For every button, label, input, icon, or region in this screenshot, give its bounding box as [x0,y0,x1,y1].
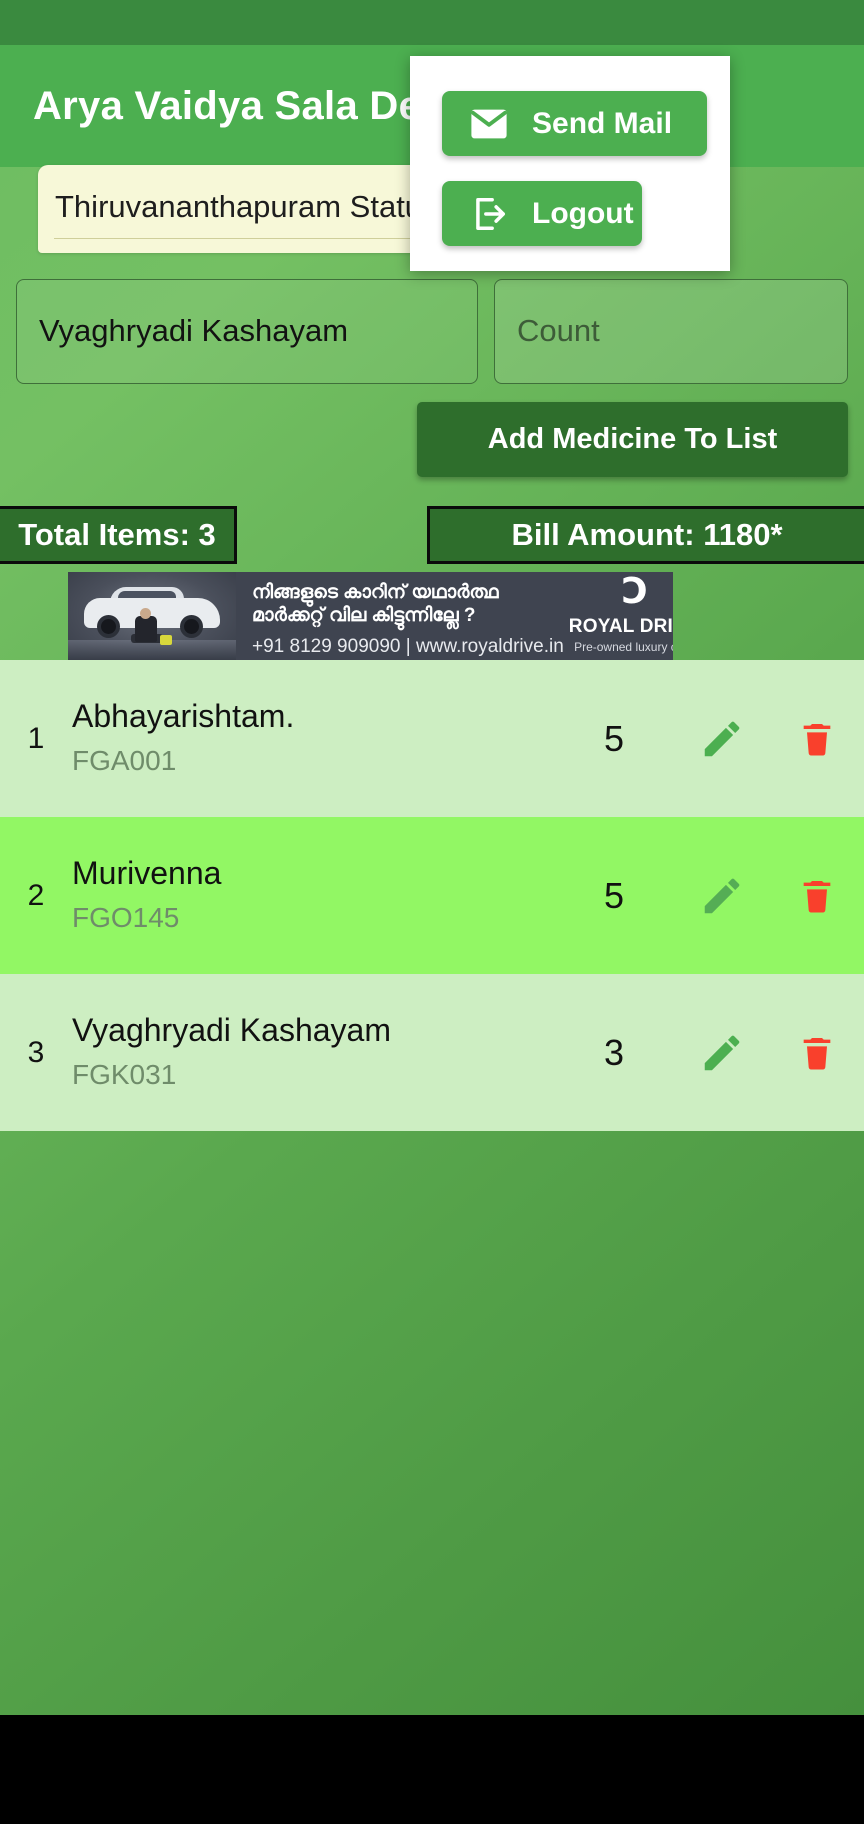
ad-text: നിങ്ങളുടെ കാറിന് യഥാർത്ഥ മാർക്കറ്റ് വില … [236,572,564,660]
menu-item-logout-label: Logout [532,196,634,230]
count-input[interactable]: Count [494,279,848,384]
trash-icon [803,1037,830,1069]
system-status-bar [0,0,864,45]
medicine-input-value: Vyaghryadi Kashayam [39,313,349,348]
medicine-code: FGK031 [72,1059,177,1091]
delete-button[interactable] [769,876,864,916]
row-names: Abhayarishtam. FGA001 [72,697,554,778]
row-names: Vyaghryadi Kashayam FGK031 [72,1011,554,1092]
royal-drive-logo-icon: Ɔ [621,572,648,612]
ad-brand-name: ROYAL DRIVE [568,616,673,637]
status-field-value: Thiruvananthapuram Statue [55,189,440,224]
menu-item-send-mail-label: Send Mail [532,106,673,140]
overflow-menu: Send Mail Logout [410,56,730,271]
count-input-placeholder: Count [517,313,600,348]
ad-headline-line2: മാർക്കറ്റ് വില കിട്ടുന്നില്ലേ ? [252,605,476,626]
ad-contact: +91 8129 909090 | www.royaldrive.in [252,636,564,658]
medicine-code: FGA001 [72,745,177,777]
medicine-quantity: 5 [603,874,625,916]
trash-icon [803,723,830,755]
pencil-icon [704,721,739,756]
medicine-name: Abhayarishtam. [72,697,295,734]
add-medicine-button-label: Add Medicine To List [487,423,778,455]
row-names: Murivenna FGO145 [72,854,554,935]
bill-amount-badge: Bill Amount: 1180* [427,506,864,564]
logout-icon [468,193,510,235]
pencil-icon [704,878,739,913]
table-row[interactable]: 3 Vyaghryadi Kashayam FGK031 3 [0,974,864,1131]
ad-car-image [68,572,236,660]
total-items-badge: Total Items: 3 [0,506,237,564]
medicine-quantity: 5 [603,717,625,759]
app-screen: Arya Vaidya Sala Dealer Thiruvananthapur… [0,0,864,1824]
menu-item-logout[interactable]: Logout [442,181,642,246]
ad-tagline: Pre-owned luxury cars [574,640,673,654]
row-index: 1 [27,721,45,755]
table-row[interactable]: 1 Abhayarishtam. FGA001 5 [0,660,864,817]
ad-logo: Ɔ ROYAL DRIVE Pre-owned luxury cars [564,572,673,660]
medicine-name: Vyaghryadi Kashayam [72,1011,391,1048]
medicine-list: 1 Abhayarishtam. FGA001 5 2 Murivenna FG… [0,660,864,1131]
edit-button[interactable] [674,1030,769,1076]
row-index: 3 [27,1035,45,1069]
mail-icon [468,103,510,145]
delete-button[interactable] [769,719,864,759]
row-index: 2 [27,878,45,912]
add-medicine-button[interactable]: Add Medicine To List [417,402,848,477]
delete-button[interactable] [769,1033,864,1073]
edit-button[interactable] [674,716,769,762]
medicine-code: FGO145 [72,902,180,934]
total-items-label: Total Items: 3 [18,517,216,552]
edit-button[interactable] [674,873,769,919]
bill-amount-label: Bill Amount: 1180* [511,517,783,552]
pencil-icon [704,1035,739,1070]
medicine-name: Murivenna [72,854,222,891]
system-navigation-bar [0,1715,864,1824]
advertisement-banner-top[interactable]: നിങ്ങളുടെ കാറിന് യഥാർത്ഥ മാർക്കറ്റ് വില … [68,572,673,660]
menu-item-send-mail[interactable]: Send Mail [442,91,707,156]
trash-icon [803,880,830,912]
medicine-quantity: 3 [603,1031,625,1073]
table-row[interactable]: 2 Murivenna FGO145 5 [0,817,864,974]
ad-headline-line1: നിങ്ങളുടെ കാറിന് യഥാർത്ഥ [252,581,499,603]
medicine-input[interactable]: Vyaghryadi Kashayam [16,279,478,384]
